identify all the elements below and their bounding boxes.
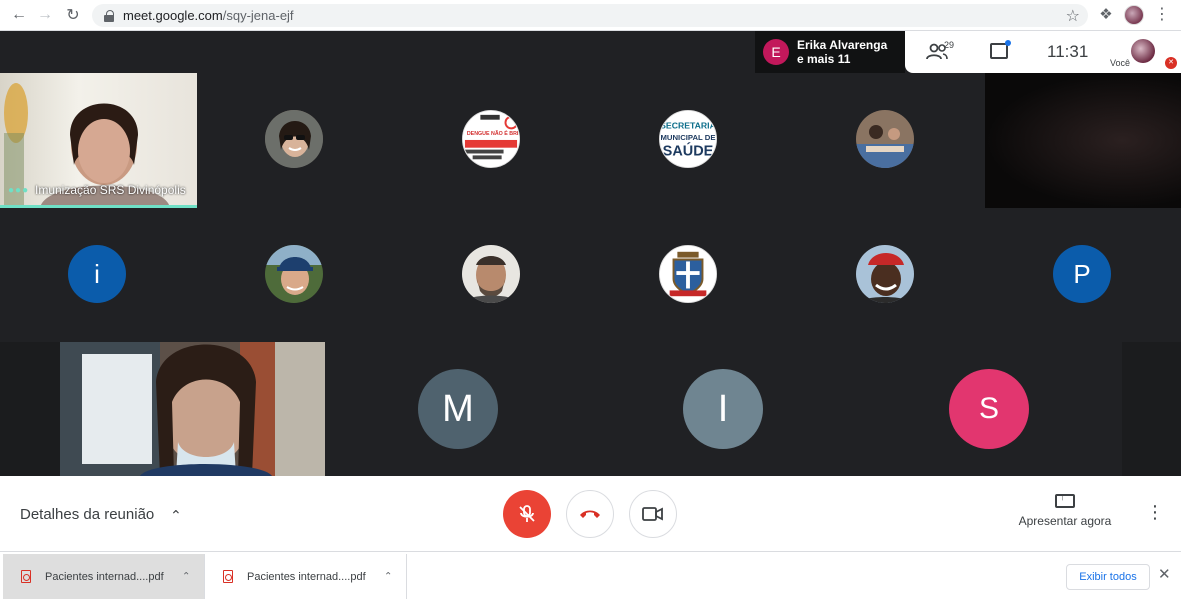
download-shelf: Pacientes internad....pdf ⌄ Pacientes in… — [0, 551, 1181, 600]
secretaria-saude-logo: SECRETARIA MUNICIPAL DE SAÚDE — [660, 111, 716, 167]
camera-toggle-button[interactable] — [629, 490, 677, 538]
url-text: meet.google.com/sqy-jena-ejf — [123, 8, 294, 23]
reload-icon[interactable]: ↻ — [60, 2, 86, 28]
participant-photo-bearded-man[interactable] — [462, 245, 520, 303]
meet-bottom-bar: Detalhes da reunião ⌄ Apresentar agora ⋮ — [0, 476, 1181, 551]
participant-photo-dengue-poster[interactable]: DENGUE NÃO É BRINCADEIRA — [462, 110, 520, 168]
svg-text:SAÚDE: SAÚDE — [663, 141, 714, 159]
grid-edge-right — [1122, 342, 1181, 476]
hang-up-icon — [580, 510, 600, 518]
participant-avatar-m[interactable]: M — [418, 369, 498, 449]
chevron-up-icon[interactable]: ⌄ — [170, 506, 182, 523]
speaking-dots-icon: ●●● — [8, 185, 30, 196]
speaker-avatar: E — [763, 39, 789, 65]
browser-toolbar: ← → ↻ meet.google.com/sqy-jena-ejf ☆ ❖ ⋮ — [0, 0, 1181, 31]
participant-dark-video-tile[interactable] — [985, 73, 1181, 208]
bookmark-star-icon[interactable]: ☆ — [1066, 6, 1080, 26]
present-now-button[interactable]: Apresentar agora — [1010, 492, 1120, 528]
speaker-names: Erika Alvarenga e mais 11 — [797, 38, 888, 66]
download-item[interactable]: Pacientes internad....pdf ⌄ — [205, 554, 407, 599]
chevron-up-icon[interactable]: ⌄ — [182, 569, 190, 580]
city-crest-icon — [660, 246, 716, 302]
present-now-label: Apresentar agora — [1018, 514, 1112, 528]
self-mic-off-icon: ✕ — [1165, 57, 1177, 69]
self-label: Você — [1110, 58, 1131, 68]
browser-profile-avatar[interactable] — [1124, 5, 1144, 25]
participant-avatar-i[interactable]: i — [68, 245, 126, 303]
svg-text:DENGUE NÃO É BRINCADEIRA: DENGUE NÃO É BRINCADEIRA — [467, 129, 519, 137]
chat-icon[interactable] — [990, 40, 1011, 59]
participant-photo-secretaria-saude[interactable]: SECRETARIA MUNICIPAL DE SAÚDE — [659, 110, 717, 168]
participant-grid: ●●● Imunização SRS Divinópolis DENGUE NÃ… — [0, 73, 1181, 476]
present-screen-icon — [1055, 492, 1075, 508]
pdf-file-icon — [223, 570, 233, 583]
meeting-details-button[interactable]: Detalhes da reunião — [20, 506, 154, 523]
mic-off-icon — [519, 505, 535, 522]
participant-photo-man-cap[interactable] — [265, 245, 323, 303]
forward-icon[interactable]: → — [32, 2, 58, 28]
show-all-downloads-button[interactable]: Exibir todos — [1066, 564, 1150, 590]
photo-group-table — [856, 110, 914, 168]
featured-participant-tile[interactable]: ●●● Imunização SRS Divinópolis — [0, 73, 197, 208]
grid-edge-left — [0, 342, 60, 476]
participant-photo-woman-sunglasses[interactable] — [265, 110, 323, 168]
speaking-indicator-bar — [0, 205, 197, 208]
participant-photo-group-table[interactable] — [856, 110, 914, 168]
participant-count: 29 — [944, 40, 955, 50]
video-woman-mask — [60, 342, 325, 476]
close-icon[interactable]: ✕ — [1158, 565, 1171, 583]
download-file-name: Pacientes internad....pdf — [45, 570, 164, 583]
microphone-toggle-button[interactable] — [503, 490, 551, 538]
lock-icon — [104, 10, 114, 22]
svg-text:SECRETARIA: SECRETARIA — [660, 120, 716, 130]
back-icon[interactable]: ← — [6, 2, 32, 28]
pdf-file-icon — [21, 570, 31, 583]
address-bar[interactable]: meet.google.com/sqy-jena-ejf ☆ — [92, 4, 1088, 27]
self-avatar[interactable] — [1131, 39, 1155, 63]
browser-menu-icon[interactable]: ⋮ — [1152, 4, 1172, 26]
participant-photo-smiling-man[interactable] — [856, 245, 914, 303]
participant-avatar-p[interactable]: P — [1053, 245, 1111, 303]
dengue-poster-image: DENGUE NÃO É BRINCADEIRA — [463, 111, 519, 167]
download-file-name: Pacientes internad....pdf — [247, 570, 366, 583]
more-options-icon[interactable]: ⋮ — [1146, 502, 1164, 523]
featured-participant-name: Imunização SRS Divinópolis — [35, 183, 186, 197]
participant-video-woman-mask[interactable] — [60, 342, 325, 476]
download-item[interactable]: Pacientes internad....pdf ⌄ — [3, 554, 205, 599]
photo-bearded-man — [462, 245, 520, 303]
video-camera-icon — [642, 507, 663, 521]
leave-call-button[interactable] — [566, 490, 614, 538]
meeting-clock: 11:31 — [1047, 42, 1089, 61]
photo-man-cap — [265, 245, 323, 303]
active-speaker-indicator: E Erika Alvarenga e mais 11 — [755, 31, 905, 73]
participant-photo-city-crest[interactable] — [659, 245, 717, 303]
svg-text:MUNICIPAL DE: MUNICIPAL DE — [660, 133, 715, 142]
photo-smiling-man — [856, 245, 914, 303]
photo-woman-sunglasses — [265, 110, 323, 168]
meet-top-controls: 29 11:31 Você ✕ — [905, 31, 1181, 73]
extensions-puzzle-icon[interactable]: ❖ — [1096, 5, 1116, 25]
participant-avatar-s[interactable]: S — [949, 369, 1029, 449]
participant-avatar-capital-i[interactable]: I — [683, 369, 763, 449]
chevron-up-icon[interactable]: ⌄ — [384, 569, 392, 580]
